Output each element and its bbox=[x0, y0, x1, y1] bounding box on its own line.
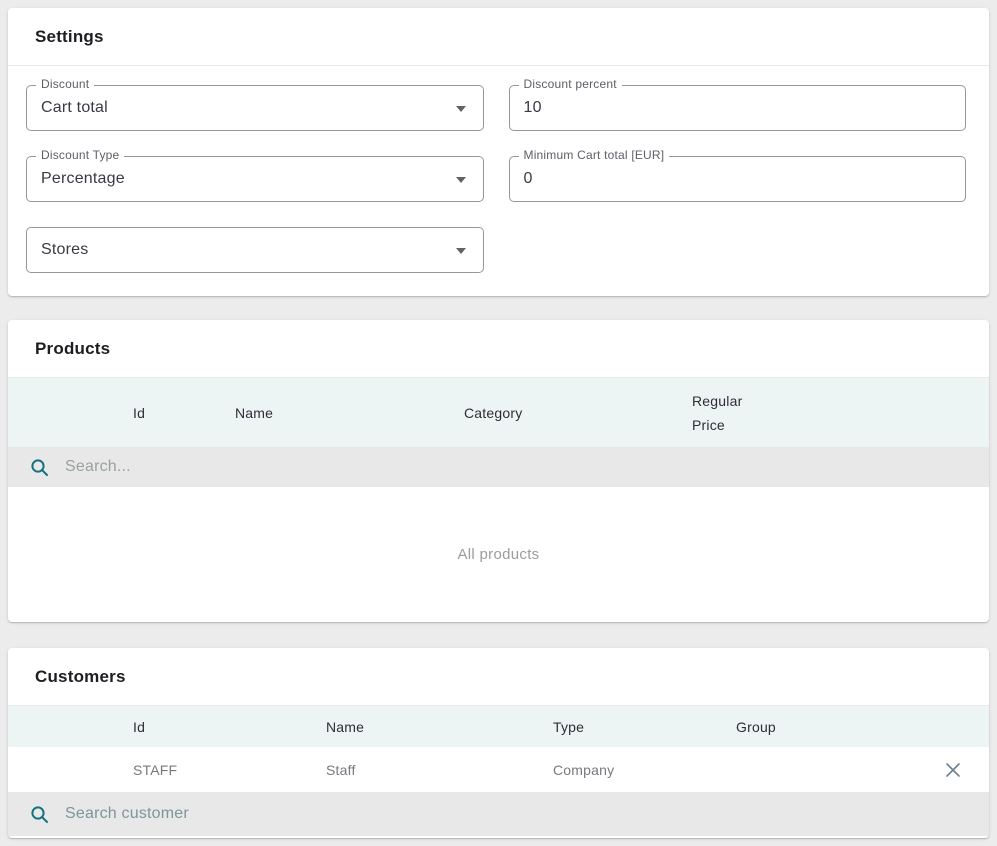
discount-type-select[interactable]: Discount Type Percentage bbox=[26, 156, 484, 202]
products-col-id: Id bbox=[8, 405, 235, 421]
customer-id: STAFF bbox=[8, 762, 326, 778]
minimum-cart-total-field[interactable]: Minimum Cart total [EUR] bbox=[509, 156, 967, 202]
discount-percent-field[interactable]: Discount percent bbox=[509, 85, 967, 131]
discount-select[interactable]: Discount Cart total bbox=[26, 85, 484, 131]
discount-label: Discount bbox=[36, 77, 94, 91]
empty-grid-cell bbox=[509, 227, 967, 273]
customer-type: Company bbox=[553, 762, 736, 778]
customers-search-row bbox=[8, 792, 989, 836]
close-icon bbox=[944, 761, 962, 779]
discount-value: Cart total bbox=[41, 99, 108, 117]
page: Settings Discount Cart total Discount pe… bbox=[0, 0, 997, 846]
products-col-name: Name bbox=[235, 405, 464, 421]
discount-type-value: Percentage bbox=[41, 170, 125, 188]
minimum-cart-total-input[interactable] bbox=[524, 170, 926, 188]
discount-percent-label: Discount percent bbox=[519, 77, 622, 91]
products-empty-text: All products bbox=[458, 546, 540, 563]
products-col-regular-price: Regular Price bbox=[692, 389, 756, 437]
search-icon bbox=[30, 458, 49, 477]
stores-select[interactable]: Stores bbox=[26, 227, 484, 273]
customers-col-id: Id bbox=[8, 719, 326, 735]
stores-placeholder: Stores bbox=[41, 241, 88, 259]
chevron-down-icon bbox=[456, 248, 466, 254]
customers-search-input[interactable] bbox=[65, 805, 465, 823]
products-title: Products bbox=[35, 339, 110, 359]
chevron-down-icon bbox=[456, 177, 466, 183]
search-icon bbox=[30, 805, 49, 824]
customers-table-header: Id Name Type Group bbox=[8, 706, 989, 747]
settings-form: Discount Cart total Discount percent Dis… bbox=[8, 66, 989, 296]
products-search-row bbox=[8, 447, 989, 487]
chevron-down-icon bbox=[456, 106, 466, 112]
customers-col-group: Group bbox=[736, 719, 917, 735]
discount-type-label: Discount Type bbox=[36, 148, 124, 162]
products-header: Products bbox=[8, 320, 989, 378]
remove-customer-button[interactable] bbox=[917, 747, 989, 792]
discount-percent-input[interactable] bbox=[524, 99, 926, 117]
products-table-header: Id Name Category Regular Price bbox=[8, 378, 989, 447]
customers-col-name: Name bbox=[326, 719, 553, 735]
customer-row: STAFF Staff Company bbox=[8, 747, 989, 792]
products-card: Products Id Name Category Regular Price … bbox=[8, 320, 989, 622]
settings-header: Settings bbox=[8, 8, 989, 66]
customers-title: Customers bbox=[35, 667, 126, 687]
settings-title: Settings bbox=[35, 27, 104, 47]
minimum-cart-total-label: Minimum Cart total [EUR] bbox=[519, 148, 670, 162]
products-search-input[interactable] bbox=[65, 458, 465, 476]
customers-header: Customers bbox=[8, 648, 989, 706]
customers-card: Customers Id Name Type Group STAFF Staff… bbox=[8, 648, 989, 838]
settings-card: Settings Discount Cart total Discount pe… bbox=[8, 8, 989, 296]
customers-col-type: Type bbox=[553, 719, 736, 735]
products-empty-state: All products bbox=[8, 487, 989, 622]
products-col-category: Category bbox=[464, 405, 692, 421]
customer-name: Staff bbox=[326, 762, 553, 778]
